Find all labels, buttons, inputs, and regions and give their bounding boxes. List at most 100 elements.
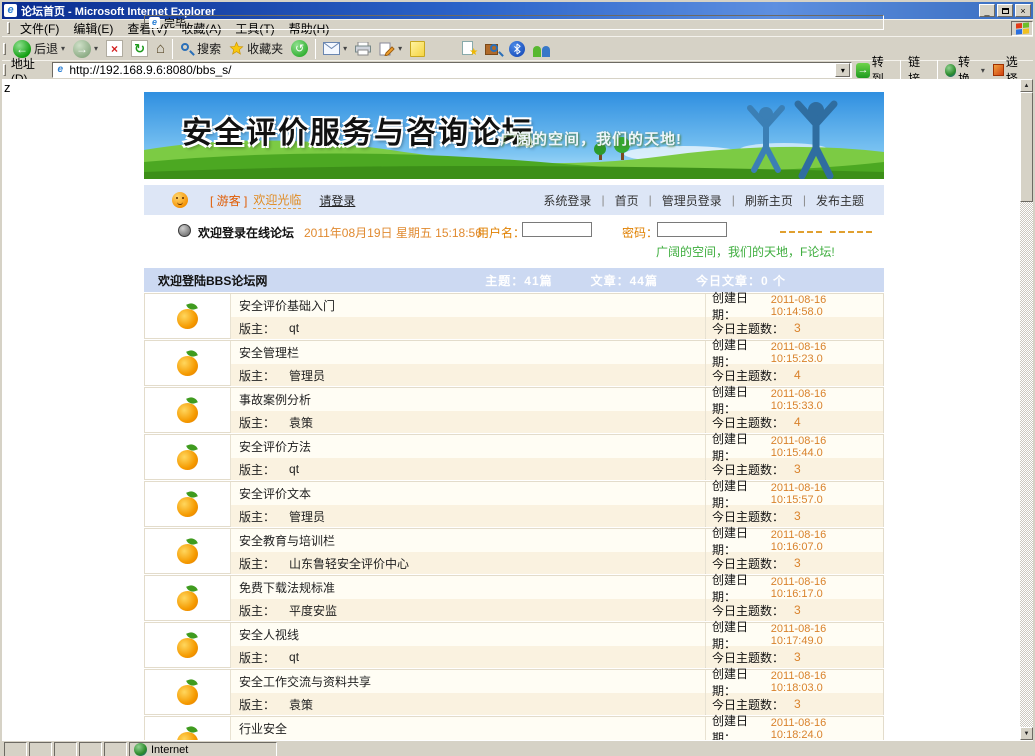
welcome-login-row: 欢迎登录在线论坛 2011年08月19日 星期五 15:18:56 用户名： 密…	[144, 215, 884, 264]
vertical-scrollbar[interactable]: ▲ ▼	[1020, 79, 1033, 740]
grip-handle[interactable]	[7, 22, 10, 34]
forum-title-link[interactable]: 安全评价基础入门	[239, 297, 335, 314]
favorites-button[interactable]: 收藏夹	[225, 38, 287, 60]
mail-button[interactable]: ▾	[319, 38, 351, 60]
menu-file[interactable]: 文件(F)	[13, 19, 66, 38]
research-button[interactable]	[481, 38, 505, 60]
dashed-link-icon[interactable]	[780, 231, 822, 233]
scrollbar-thumb[interactable]	[1020, 92, 1033, 202]
stop-button[interactable]: ×	[102, 38, 127, 60]
forum-main-cell: 行业安全 版主：	[231, 717, 706, 740]
status-pane	[4, 742, 27, 756]
convert-button[interactable]: 转换 ▾	[941, 61, 989, 79]
scroll-down-icon[interactable]: ▼	[1020, 727, 1033, 740]
page-icon: e	[54, 64, 66, 76]
nav-post-topic[interactable]: 发布主题	[806, 192, 874, 209]
forum-title-link[interactable]: 安全管理栏	[239, 344, 299, 361]
nav-home[interactable]: 首页	[605, 192, 649, 209]
nav-refresh-home[interactable]: 刷新主页	[735, 192, 803, 209]
print-icon	[355, 42, 371, 56]
created-value: 2011-08-16 10:16:17.0	[771, 576, 879, 600]
forum-title-link[interactable]: 安全评价方法	[239, 438, 311, 455]
forum-title-link[interactable]: 安全人视线	[239, 626, 299, 643]
page-star-icon: ★	[461, 41, 477, 57]
status-pane	[54, 742, 77, 756]
moderator-name: 平度安监	[289, 602, 337, 619]
forum-title-link[interactable]: 安全评价文本	[239, 485, 311, 502]
forum-main-cell: 安全教育与培训栏 版主： 山东鲁轻安全评价中心	[231, 529, 706, 573]
orange-fruit-icon	[176, 679, 200, 705]
status-bar: e 完毕 Internet	[2, 740, 1033, 756]
forward-dropdown-icon[interactable]: ▾	[94, 44, 98, 53]
moderator-name: 管理员	[289, 367, 325, 384]
created-label: 创建日期：	[712, 430, 771, 464]
today-label: 今日主题数：	[712, 414, 784, 431]
orange-fruit-icon	[176, 491, 200, 517]
forum-title-link[interactable]: 安全教育与培训栏	[239, 532, 335, 549]
today-value: 4	[794, 415, 801, 429]
search-label: 搜索	[197, 40, 221, 57]
edit-icon	[379, 42, 395, 56]
edit-dropdown-icon[interactable]: ▾	[398, 44, 402, 53]
add-favorite-button[interactable]: ★	[457, 38, 481, 60]
today-value: 3	[794, 462, 801, 476]
bluetooth-button[interactable]	[505, 38, 529, 60]
edit-button[interactable]: ▾	[375, 38, 406, 60]
print-button[interactable]	[351, 38, 375, 60]
mail-dropdown-icon[interactable]: ▾	[343, 44, 347, 53]
forum-title-link[interactable]: 行业安全	[239, 720, 287, 737]
forward-button[interactable]: → ▾	[69, 38, 102, 60]
forum-title-link[interactable]: 安全工作交流与资料共享	[239, 673, 371, 690]
username-label: 用户名：	[477, 224, 525, 241]
forum-main-cell: 安全人视线 版主： qt	[231, 623, 706, 667]
address-dropdown-icon[interactable]: ▾	[835, 63, 850, 77]
menu-edit[interactable]: 编辑(E)	[66, 19, 120, 38]
notes-button[interactable]	[406, 38, 429, 60]
home-button[interactable]: ⌂	[152, 38, 169, 60]
scroll-up-icon[interactable]: ▲	[1020, 79, 1033, 92]
close-button[interactable]: ×	[1015, 4, 1031, 17]
back-dropdown-icon[interactable]: ▾	[61, 44, 65, 53]
nav-admin-login[interactable]: 管理员登录	[652, 192, 732, 209]
login-link[interactable]: 请登录	[319, 192, 355, 209]
select-button[interactable]: 选择	[989, 61, 1031, 79]
restore-button[interactable]	[997, 4, 1013, 17]
password-input[interactable]	[657, 222, 727, 237]
go-button[interactable]: → 转到	[852, 61, 897, 79]
messenger-button[interactable]	[529, 38, 554, 60]
status-pane	[29, 742, 52, 756]
bluetooth-icon	[509, 41, 525, 57]
grip-handle[interactable]	[3, 64, 6, 76]
grip-handle[interactable]	[3, 43, 6, 55]
today-value: 3	[794, 697, 801, 711]
username-input[interactable]	[522, 222, 592, 237]
forum-icon-cell	[145, 388, 231, 432]
refresh-button[interactable]: ↻	[127, 38, 152, 60]
forum-row: 安全教育与培训栏 版主： 山东鲁轻安全评价中心 创建日期： 2011-08-16…	[144, 528, 884, 574]
convert-dropdown-icon[interactable]: ▾	[981, 66, 985, 75]
address-input[interactable]	[66, 63, 835, 77]
dashed-link-icon[interactable]	[830, 231, 872, 233]
created-label: 创建日期：	[712, 665, 771, 699]
minimize-button[interactable]: _	[979, 4, 995, 17]
history-button[interactable]: ↺	[287, 38, 312, 60]
forum-row: 安全人视线 版主： qt 创建日期： 2011-08-16 10:17:49.0…	[144, 622, 884, 668]
banner-slogan: 广阔的空间，我们的天地!	[500, 128, 682, 149]
forum-meta-cell: 创建日期： 2011-08-16 10:15:57.0 今日主题数： 3	[706, 482, 883, 526]
moderator-label: 版主：	[239, 649, 275, 666]
search-button[interactable]: 搜索	[176, 38, 225, 60]
forum-row: 安全评价文本 版主： 管理员 创建日期： 2011-08-16 10:15:57…	[144, 481, 884, 527]
moderator-label: 版主：	[239, 367, 275, 384]
forum-icon-cell	[145, 670, 231, 714]
nav-system-login[interactable]: 系统登录	[533, 192, 601, 209]
address-bar: 地址(D) e ▾ → 转到 链接 转换 ▾ 选择	[2, 60, 1033, 79]
created-label: 创建日期：	[712, 524, 771, 558]
forum-row: 安全管理栏 版主： 管理员 创建日期： 2011-08-16 10:15:23.…	[144, 340, 884, 386]
status-text: 完毕	[164, 15, 186, 31]
links-button[interactable]: 链接	[904, 61, 934, 79]
forum-title-link[interactable]: 免费下载法规标准	[239, 579, 335, 596]
search-icon	[180, 42, 194, 56]
forum-title-link[interactable]: 事故案例分析	[239, 391, 311, 408]
forum-row: 行业安全 版主： 创建日期： 2011-08-16 10:18:24.0 今日主…	[144, 716, 884, 740]
forum-rows: 安全评价基础入门 版主： qt 创建日期： 2011-08-16 10:14:5…	[144, 293, 884, 740]
